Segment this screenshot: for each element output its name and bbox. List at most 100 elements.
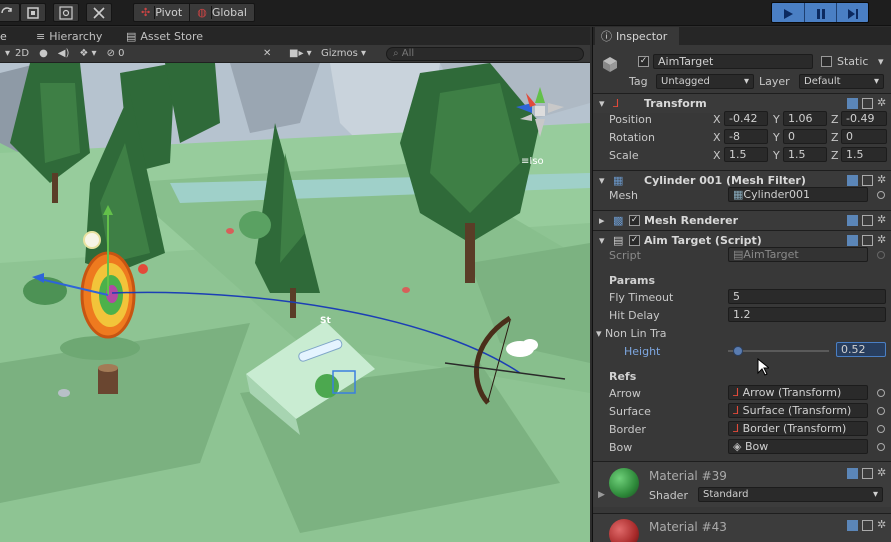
gear-icon[interactable]: ✲ <box>877 467 888 479</box>
rotation-x-label: X <box>713 131 721 144</box>
mesh-field[interactable]: ▦Cylinder001 <box>728 187 868 202</box>
aim-target-enabled-checkbox[interactable]: ✓ <box>629 235 640 246</box>
arrow-object-picker[interactable] <box>877 389 885 397</box>
mesh-object-picker[interactable] <box>877 191 885 199</box>
surface-field[interactable]: ⅃ Surface (Transform) <box>728 403 868 418</box>
position-label: Position <box>609 113 652 126</box>
scale-tool-icon[interactable] <box>20 3 46 22</box>
object-name-field[interactable]: AimTarget <box>653 54 813 69</box>
static-dropdown-icon[interactable]: ▾ <box>878 55 884 68</box>
mesh-renderer-header[interactable]: ▸ ▩ ✓ Mesh Renderer ✲ <box>593 210 891 230</box>
rotation-y-label: Y <box>773 131 780 144</box>
position-x-field[interactable]: -0.42 <box>724 111 768 126</box>
preset-icon[interactable] <box>862 520 873 531</box>
pivot-label: Pivot <box>154 6 183 19</box>
effects-toggle[interactable]: ❖ ▾ <box>74 45 101 63</box>
transform-header[interactable]: ▾ ⅃ Transform ✲ <box>593 93 891 113</box>
rect-tool-icon[interactable] <box>53 3 79 22</box>
foldout-collapsed-icon[interactable]: ▶ <box>598 490 605 500</box>
hit-delay-field[interactable]: 1.2 <box>728 307 886 322</box>
height-field[interactable]: 0.52 <box>836 342 886 357</box>
global-label: Global <box>210 6 247 19</box>
script-file-icon: ▤ <box>733 248 744 261</box>
tab-asset-store[interactable]: ▤ Asset Store <box>126 27 203 45</box>
surface-object-picker[interactable] <box>877 407 885 415</box>
tag-dropdown[interactable]: Untagged ▾ <box>656 74 754 89</box>
shader-label: Shader <box>649 489 688 502</box>
scale-label: Scale <box>609 149 639 162</box>
layer-dropdown[interactable]: Default ▾ <box>799 74 884 89</box>
tab-hierarchy[interactable]: ≡ Hierarchy <box>36 27 102 45</box>
rotation-y-field[interactable]: 0 <box>783 129 827 144</box>
position-z-field[interactable]: -0.49 <box>841 111 887 126</box>
eye-slash-icon: ⊘ <box>106 48 115 59</box>
preset-icon[interactable] <box>862 175 873 186</box>
book-icon[interactable] <box>847 235 858 246</box>
rotation-z-field[interactable]: 0 <box>841 129 887 144</box>
border-object-picker[interactable] <box>877 425 885 433</box>
gear-icon[interactable]: ✲ <box>877 234 888 246</box>
preset-icon[interactable] <box>862 468 873 479</box>
pause-button[interactable] <box>804 3 836 22</box>
book-icon[interactable] <box>847 175 858 186</box>
mesh-value: Cylinder001 <box>743 188 810 201</box>
book-icon[interactable] <box>847 468 858 479</box>
bow-field[interactable]: ◈ Bow <box>728 439 868 454</box>
gear-icon[interactable]: ✲ <box>877 174 888 186</box>
mesh-renderer-enabled-checkbox[interactable]: ✓ <box>629 215 640 226</box>
shading-dropdown[interactable]: ▾ <box>0 45 10 63</box>
scene-search-input[interactable]: ⌕ All <box>386 47 584 61</box>
height-slider-thumb[interactable] <box>733 346 743 356</box>
scene-view[interactable]: St ≡Iso <box>0 63 590 542</box>
gear-icon[interactable]: ✲ <box>877 519 888 531</box>
pivot-global-toggle: ✣ Pivot ◍ Global <box>133 3 255 22</box>
mode-2d-button[interactable]: 2D <box>10 45 34 63</box>
scale-x-field[interactable]: 1.5 <box>724 147 768 162</box>
camera-button[interactable]: ■▸ ▾ <box>284 45 317 63</box>
height-slider[interactable] <box>728 344 829 358</box>
preset-icon[interactable] <box>862 235 873 246</box>
border-field[interactable]: ⅃ Border (Transform) <box>728 421 868 436</box>
shader-dropdown[interactable]: Standard ▾ <box>698 487 883 502</box>
audio-toggle[interactable]: ◀) <box>53 45 75 63</box>
lighting-toggle[interactable]: ● <box>34 45 53 63</box>
transform-tool-icon[interactable] <box>86 3 112 22</box>
tab-scene[interactable]: e <box>0 27 7 45</box>
object-active-checkbox[interactable]: ✓ <box>638 56 649 67</box>
hidden-objects-toggle[interactable]: ⊘ 0 <box>102 45 130 63</box>
list-icon: ≡ <box>36 29 46 43</box>
preset-icon[interactable] <box>862 215 873 226</box>
pivot-button[interactable]: ✣ Pivot <box>134 4 189 21</box>
position-y-field[interactable]: 1.06 <box>783 111 827 126</box>
gear-icon[interactable]: ✲ <box>877 214 888 226</box>
border-value: Border (Transform) <box>742 422 847 435</box>
script-field: ▤AimTarget <box>728 247 868 262</box>
foldout-arrow-icon: ▾ <box>599 234 605 247</box>
scale-z-field[interactable]: 1.5 <box>841 147 887 162</box>
arrow-field[interactable]: ⅃ Arrow (Transform) <box>728 385 868 400</box>
rotate-tool-icon[interactable] <box>0 3 20 22</box>
scale-y-field[interactable]: 1.5 <box>783 147 827 162</box>
preset-icon[interactable] <box>862 98 873 109</box>
tab-inspector[interactable]: ⓘ Inspector <box>595 27 679 45</box>
bow-object-picker[interactable] <box>877 443 885 451</box>
rotation-x-field[interactable]: -8 <box>724 129 768 144</box>
iso-label[interactable]: ≡Iso <box>521 156 544 167</box>
static-checkbox[interactable] <box>821 56 832 67</box>
aim-target-title: Aim Target (Script) <box>644 234 762 247</box>
component-header-icons: ✲ <box>847 467 888 479</box>
fly-timeout-field[interactable]: 5 <box>728 289 886 304</box>
gear-icon[interactable]: ✲ <box>877 97 888 109</box>
arrow-label: Arrow <box>609 387 641 400</box>
rotation-z-label: Z <box>831 131 839 144</box>
play-button[interactable] <box>772 3 804 22</box>
book-icon[interactable] <box>847 520 858 531</box>
tag-label: Tag <box>629 75 648 88</box>
step-button[interactable] <box>836 3 868 22</box>
gizmos-dropdown[interactable]: Gizmos ▾ <box>316 45 371 63</box>
book-icon[interactable] <box>847 98 858 109</box>
book-icon[interactable] <box>847 215 858 226</box>
tools-button[interactable]: ✕ <box>258 45 276 63</box>
global-button[interactable]: ◍ Global <box>189 4 254 21</box>
non-lin-tra-foldout[interactable]: ▾ Non Lin Tra <box>596 327 666 340</box>
